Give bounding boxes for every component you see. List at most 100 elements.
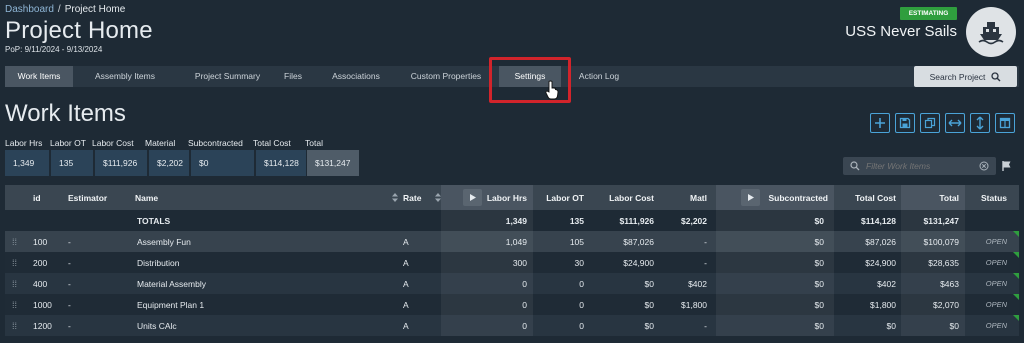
cell-status: OPEN [985,279,1007,288]
column-label: Labor Hrs [486,192,527,203]
cell-total-cost: $87,026 [865,236,896,247]
tab-associations[interactable]: Associations [318,66,394,87]
summary-label-material: Material [145,138,176,148]
cell-matl: $1,800 [681,299,707,310]
expand-rows-button[interactable] [970,113,990,133]
table-row[interactable]: ⁞⁞ 100- Assembly Fun A 1,049 105 $87,026- $0 $87… [5,231,1019,252]
flag-icon[interactable] [1001,160,1012,172]
cell-labor-hrs: 300 [441,252,533,273]
sort-icon [392,193,398,202]
table-row[interactable]: ⁞⁞ 1000 - Equipment Plan 1 A 0 0 $0 $1,800 $0 $1,8… [5,294,1019,315]
column-header-status[interactable]: Status [967,185,1019,210]
column-header-estimator[interactable]: Estimator [68,185,107,210]
drag-handle-icon[interactable]: ⁞⁞ [12,294,17,315]
summary-value-total-cost: $114,128 [256,150,306,176]
search-project-button[interactable]: Search Project [914,66,1017,87]
drag-handle-icon[interactable]: ⁞⁞ [12,315,17,336]
cell-subcontracted: $0 [716,273,834,294]
column-header-labor-cost[interactable]: Labor Cost [593,185,657,210]
cell-labor-cost: $0 [644,320,654,331]
drag-handle-icon[interactable]: ⁞⁞ [12,273,17,294]
column-header-total-cost[interactable]: Total Cost [837,185,899,210]
tab-assembly-items[interactable]: Assembly Items [79,66,171,87]
project-name: USS Never Sails [845,23,957,40]
column-label: Subcontracted [768,192,828,203]
cell-labor-ot: 105 [569,236,584,247]
column-header-total[interactable]: Total [901,185,965,210]
cell-name: Assembly Fun [137,236,191,247]
cell-labor-hrs: 0 [441,315,533,336]
breadcrumb-separator: / [57,4,61,15]
cell-subcontracted: $0 [716,294,834,315]
cell-subcontracted: $0 [716,315,834,336]
cell-labor-ot: 30 [574,257,584,268]
clear-filter-icon[interactable] [979,161,989,171]
work-items-grid: id Estimator Name Rate Labor Hrs Labor O… [5,185,1019,336]
tab-work-items[interactable]: Work Items [5,66,73,87]
column-header-subcontracted[interactable]: Subcontracted [716,185,834,210]
table-row[interactable]: ⁞⁞ 400 - Material Assembly A 0 0 $0 $402 $0 $402 $4… [5,273,1019,294]
hand-cursor-icon [545,80,559,100]
column-label: Labor Cost [609,192,654,203]
summary-label-labor-hrs: Labor Hrs [5,138,43,148]
cell-labor-ot: 0 [579,299,584,310]
drag-handle-icon[interactable]: ⁞⁞ [12,231,17,252]
cell-name: Units CAlc [137,320,177,331]
column-label: Name [135,192,159,203]
expand-vertical-icon [976,116,984,130]
totals-total-cost: $114,128 [861,215,896,226]
column-header-name[interactable]: Name [135,185,400,210]
summary-label-subcontracted: Subcontracted [188,138,243,148]
cell-estimator: - [68,257,71,268]
cell-labor-cost: $24,900 [623,257,654,268]
totals-row: TOTALS 1,349 135 $111,926 $2,202 $0 $114… [5,210,1019,231]
copy-button[interactable] [920,113,940,133]
expand-columns-button[interactable] [945,113,965,133]
play-icon [469,194,476,201]
cell-total-cost: $402 [877,278,896,289]
tab-files[interactable]: Files [273,66,313,87]
cell-rate: A [403,278,409,289]
status-corner-marker [1013,252,1019,258]
save-button[interactable] [895,113,915,133]
add-button[interactable] [870,113,890,133]
cell-total: $28,635 [901,252,965,273]
copy-icon [924,117,936,129]
column-header-labor-hrs[interactable]: Labor Hrs [441,185,533,210]
summary-value-subcontracted: $0 [191,150,254,176]
play-icon [747,194,754,201]
totals-total: $131,247 [901,210,965,231]
tab-action-log[interactable]: Action Log [570,66,628,87]
column-header-matl[interactable]: Matl [665,185,710,210]
cell-id: 200 [33,257,48,268]
summary-label-labor-cost: Labor Cost [92,138,134,148]
cell-name: Distribution [137,257,180,268]
summary-value-labor-hrs: 1,349 [5,150,49,176]
column-label: Matl [690,192,707,203]
expand-labor-button[interactable] [463,189,482,206]
column-header-rate[interactable]: Rate [403,185,443,210]
column-header-id[interactable]: id [33,185,41,210]
plus-icon [875,118,885,128]
tab-custom-properties[interactable]: Custom Properties [401,66,491,87]
table-row[interactable]: ⁞⁞ 200- Distribution A 300 30 $24,900- $0 $24,90… [5,252,1019,273]
column-label: Total Cost [855,192,896,203]
expand-subcontracted-button[interactable] [741,189,760,206]
cell-subcontracted: $0 [716,252,834,273]
column-header-labor-ot[interactable]: Labor OT [535,185,587,210]
summary-value-material: $2,202 [149,150,189,176]
avatar [966,7,1016,57]
cell-total-cost: $0 [886,320,896,331]
filter-input[interactable] [866,161,976,171]
tab-project-summary[interactable]: Project Summary [175,66,280,87]
cell-labor-hrs: 0 [441,273,533,294]
breadcrumb-dashboard-link[interactable]: Dashboard [5,4,54,15]
section-title: Work Items [5,100,126,127]
status-corner-marker [1013,315,1019,321]
drag-handle-icon[interactable]: ⁞⁞ [12,252,17,273]
summary-label-total: Total [305,138,323,148]
cell-labor-cost: $87,026 [623,236,654,247]
table-row[interactable]: ⁞⁞ 1200- Units CAlc A 0 0 $0- $0 $0 $0 OPEN [5,315,1019,336]
column-label: Status [981,192,1007,203]
columns-button[interactable] [995,113,1015,133]
